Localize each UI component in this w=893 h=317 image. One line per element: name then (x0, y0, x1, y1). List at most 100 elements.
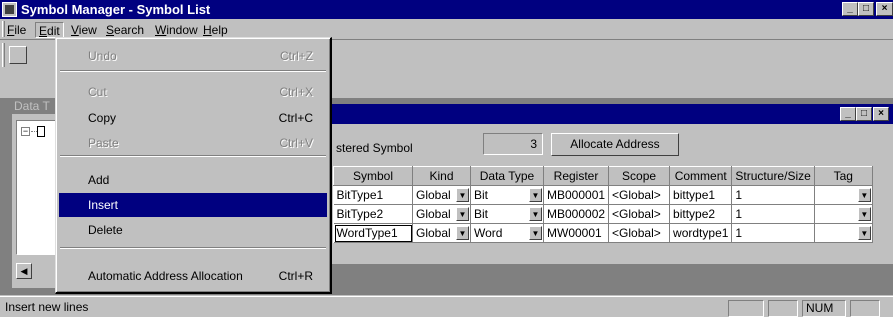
menu-separator (60, 247, 326, 249)
cell-register[interactable]: MW00001 (543, 223, 610, 243)
cell-tag[interactable]: ▼ (814, 185, 873, 205)
tree-node-icon (37, 126, 45, 137)
chevron-down-icon[interactable]: ▼ (857, 188, 871, 202)
table-row[interactable]: WordType1 Global ▼ Word ▼ MW00001 <Global> word… (333, 223, 873, 243)
status-num: NUM (802, 300, 846, 317)
cell-comment[interactable]: bittype2 (669, 204, 733, 224)
menu-bar: File Edit View Search Window Help (0, 19, 893, 39)
edit-menu-automatic-address-allocation[interactable]: Automatic Address Allocation Ctrl+R (59, 264, 327, 288)
cell-symbol[interactable]: BitType2 (333, 204, 413, 224)
maximize-button[interactable]: □ (858, 2, 874, 16)
chevron-down-icon[interactable]: ▼ (456, 188, 469, 202)
chevron-down-icon[interactable]: ▼ (529, 207, 542, 221)
menu-window[interactable]: Window (152, 22, 201, 38)
menu-item-label: Paste (88, 136, 119, 150)
cell-size[interactable]: 1 (731, 204, 815, 224)
column-header-tag[interactable]: Tag (813, 166, 873, 186)
allocate-address-button[interactable]: Allocate Address (551, 133, 679, 156)
chevron-down-icon[interactable]: ▼ (857, 226, 871, 240)
chevron-down-icon[interactable]: ▼ (456, 207, 469, 221)
menu-item-label: Delete (88, 223, 123, 237)
app-icon[interactable] (2, 2, 17, 17)
menu-file[interactable]: File (4, 22, 29, 38)
cell-scope[interactable]: <Global> (608, 223, 671, 243)
menu-item-label: Undo (88, 49, 117, 63)
column-header-structure-size[interactable]: Structure/Size (731, 166, 815, 186)
scroll-left-button[interactable]: ◀ (16, 263, 32, 279)
menu-item-shortcut: Ctrl+X (279, 85, 313, 99)
edit-menu-dropdown: Undo Ctrl+Z Cut Ctrl+X Copy Ctrl+C Paste Ctrl+V… (55, 37, 332, 294)
cell-kind[interactable]: Global ▼ (412, 223, 471, 243)
column-header-symbol[interactable]: Symbol (333, 166, 413, 186)
chevron-down-icon[interactable]: ▼ (857, 207, 871, 221)
cell-scope[interactable]: <Global> (608, 185, 671, 205)
edit-menu-paste: Paste Ctrl+V (59, 131, 327, 155)
column-header-register[interactable]: Register (542, 166, 610, 186)
edit-menu-copy[interactable]: Copy Ctrl+C (59, 106, 327, 130)
column-header-kind[interactable]: Kind (412, 166, 471, 186)
cell-kind[interactable]: Global ▼ (412, 204, 471, 224)
close-button[interactable]: × (876, 2, 893, 16)
symbol-table: Symbol Kind Data Type Register Scope Comment S… (333, 166, 873, 243)
menu-search[interactable]: Search (103, 22, 147, 38)
cell-scope[interactable]: <Global> (608, 204, 671, 224)
menu-separator (60, 70, 326, 72)
status-panel-1 (728, 300, 764, 317)
cell-symbol[interactable]: WordType1 (333, 223, 413, 243)
column-header-comment[interactable]: Comment (669, 166, 733, 186)
edit-menu-add[interactable]: Add (59, 168, 327, 192)
menu-item-shortcut: Ctrl+V (279, 136, 313, 150)
menu-separator (60, 155, 326, 157)
child-close-button[interactable]: × (873, 107, 889, 121)
edit-menu-delete[interactable]: Delete (59, 218, 327, 242)
cell-kind[interactable]: Global ▼ (412, 185, 471, 205)
cell-register[interactable]: MB000002 (543, 204, 610, 224)
chevron-down-icon[interactable]: ▼ (529, 226, 542, 240)
minimize-button[interactable]: _ (842, 2, 858, 16)
registered-symbol-label: stered Symbol (336, 141, 413, 155)
child-minimize-button[interactable]: _ (840, 107, 856, 121)
child-maximize-button[interactable]: □ (856, 107, 872, 121)
tree-collapse-icon[interactable]: − (21, 127, 30, 136)
cell-tag[interactable]: ▼ (814, 223, 873, 243)
menu-item-label: Automatic Address Allocation (88, 269, 243, 283)
cell-comment[interactable]: wordtype1 (669, 223, 733, 243)
table-row[interactable]: BitType1 Global ▼ Bit ▼ MB000001 <Global> bitty… (333, 185, 873, 205)
menu-item-shortcut: Ctrl+C (278, 111, 313, 125)
window-title: Symbol Manager - Symbol List (21, 2, 211, 17)
toolbar-grip (2, 43, 5, 67)
chevron-down-icon[interactable]: ▼ (529, 188, 542, 202)
status-message: Insert new lines (5, 300, 89, 314)
cell-tag[interactable]: ▼ (814, 204, 873, 224)
table-row[interactable]: BitType2 Global ▼ Bit ▼ MB000002 <Global> bitty… (333, 204, 873, 224)
new-icon[interactable] (9, 46, 27, 64)
menu-item-label: Cut (88, 85, 107, 99)
menu-item-label: Copy (88, 111, 117, 125)
edit-menu-insert[interactable]: Insert (59, 193, 327, 217)
status-bar: Insert new lines NUM (0, 296, 893, 317)
cell-register[interactable]: MB000001 (543, 185, 610, 205)
cell-symbol[interactable]: BitType1 (333, 185, 413, 205)
menu-edit[interactable]: Edit (35, 22, 64, 38)
menu-item-label: Add (88, 173, 110, 187)
edit-menu-undo: Undo Ctrl+Z (59, 44, 327, 68)
menu-help[interactable]: Help (200, 22, 231, 38)
registered-count: 3 (483, 133, 543, 155)
cell-comment[interactable]: bittype1 (669, 185, 733, 205)
status-panel-4 (850, 300, 880, 317)
column-header-data-type[interactable]: Data Type (470, 166, 544, 186)
menu-view[interactable]: View (68, 22, 100, 38)
edit-menu-cut: Cut Ctrl+X (59, 80, 327, 104)
chevron-down-icon[interactable]: ▼ (456, 226, 469, 240)
menu-item-shortcut: Ctrl+Z (280, 49, 313, 63)
cell-datatype[interactable]: Bit ▼ (470, 185, 544, 205)
cell-size[interactable]: 1 (731, 223, 815, 243)
status-panel-2 (768, 300, 798, 317)
title-bar: Symbol Manager - Symbol List _ □ × (0, 0, 893, 19)
cell-size[interactable]: 1 (731, 185, 815, 205)
menu-item-label: Insert (88, 198, 119, 212)
menu-item-shortcut: Ctrl+R (278, 269, 313, 283)
cell-datatype[interactable]: Bit ▼ (470, 204, 544, 224)
cell-datatype[interactable]: Word ▼ (470, 223, 544, 243)
column-header-scope[interactable]: Scope (608, 166, 671, 186)
